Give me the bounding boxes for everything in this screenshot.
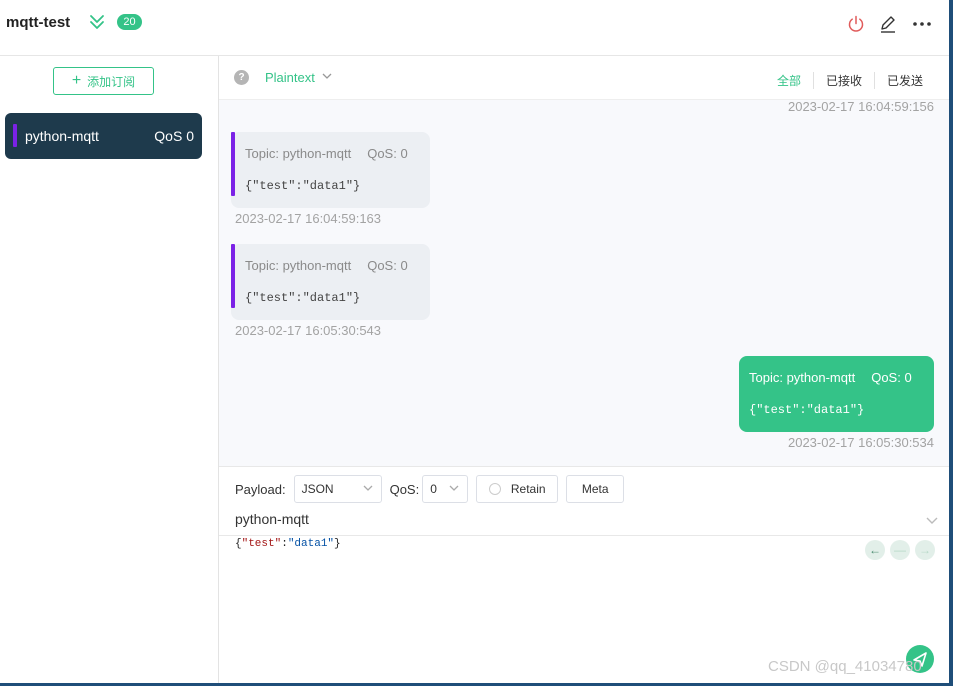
- format-value: Plaintext: [265, 70, 315, 85]
- add-subscription-button[interactable]: + 添加订阅: [53, 67, 154, 95]
- message-timestamp: 2023-02-17 16:05:30:534: [787, 435, 934, 450]
- message-timestamp: 2023-02-17 16:04:59:156: [787, 100, 934, 114]
- connection-header: mqtt-test 20: [0, 0, 949, 56]
- connection-name: mqtt-test: [6, 14, 71, 31]
- message-filter-tabs: 全部 已接收 已发送: [765, 72, 935, 89]
- subscription-topic: python-mqtt: [25, 128, 99, 144]
- chevron-down-icon: [448, 482, 460, 497]
- received-message[interactable]: Topic: python-mqtt QoS: 0 {"test":"data1…: [231, 132, 430, 208]
- sent-message[interactable]: Topic: python-mqtt QoS: 0 {"test":"data1…: [739, 356, 934, 432]
- payload-format-value: JSON: [301, 482, 334, 496]
- retain-radio: [488, 483, 501, 495]
- format-select[interactable]: Plaintext: [265, 70, 333, 85]
- meta-label: Meta: [581, 482, 609, 496]
- plus-icon: +: [71, 72, 82, 89]
- filter-tab-received[interactable]: 已接收: [812, 72, 874, 89]
- message-topic: Topic: python-mqtt: [245, 146, 352, 161]
- payload-brace: }: [334, 538, 341, 550]
- message-list[interactable]: 2023-02-17 16:04:59:156 Topic: python-mq…: [219, 100, 949, 466]
- message-qos: QoS: 0: [871, 370, 912, 385]
- chevron-down-icon: [321, 70, 333, 85]
- meta-button[interactable]: Meta: [566, 475, 625, 503]
- subscription-color-bar: [13, 124, 17, 147]
- edit-icon[interactable]: [878, 14, 898, 34]
- arrow-right-icon[interactable]: →: [915, 540, 935, 560]
- retain-toggle[interactable]: Retain: [476, 475, 559, 503]
- history-nav: ← — →: [865, 540, 935, 560]
- payload-label: Payload:: [235, 481, 286, 497]
- arrow-left-icon[interactable]: ←: [865, 540, 885, 560]
- payload-brace: {: [235, 538, 242, 550]
- filter-tab-sent[interactable]: 已发送: [873, 72, 935, 89]
- message-qos: QoS: 0: [367, 258, 408, 273]
- filter-tab-all[interactable]: 全部: [765, 72, 813, 89]
- message-payload: {"test":"data1"}: [245, 179, 361, 193]
- payload-colon: :: [281, 538, 288, 550]
- message-color-bar: [231, 244, 235, 308]
- double-chevron-down-icon[interactable]: [88, 13, 106, 31]
- power-icon[interactable]: [846, 14, 866, 34]
- qos-label: QoS:: [389, 481, 420, 497]
- qos-value: 0: [430, 482, 437, 496]
- payload-value: "data1": [287, 538, 335, 550]
- help-icon[interactable]: ?: [234, 70, 249, 85]
- message-count-badge: 20: [117, 14, 142, 30]
- payload-key: "test": [241, 538, 282, 550]
- publish-topic-input[interactable]: python-mqtt: [235, 511, 309, 527]
- message-color-bar: [231, 132, 235, 196]
- subscription-sidebar: + 添加订阅 python-mqtt QoS 0: [0, 56, 219, 683]
- subscription-qos: QoS 0: [154, 128, 194, 144]
- message-topic: Topic: python-mqtt: [749, 370, 856, 385]
- message-toolbar: ? Plaintext 全部 已接收 已发送: [219, 56, 949, 100]
- subscription-item[interactable]: python-mqtt QoS 0: [5, 113, 202, 159]
- message-timestamp: 2023-02-17 16:05:30:543: [235, 323, 382, 338]
- message-qos: QoS: 0: [367, 146, 408, 161]
- message-topic: Topic: python-mqtt: [245, 258, 352, 273]
- message-payload: {"test":"data1"}: [245, 291, 361, 305]
- chevron-down-icon: [362, 482, 374, 497]
- more-icon[interactable]: [912, 14, 932, 34]
- message-payload: {"test":"data1"}: [749, 403, 865, 417]
- divider: [219, 535, 949, 536]
- received-message[interactable]: Topic: python-mqtt QoS: 0 {"test":"data1…: [231, 244, 430, 320]
- message-timestamp: 2023-02-17 16:04:59:163: [235, 211, 382, 226]
- payload-format-select[interactable]: JSON: [293, 475, 382, 503]
- publish-panel: Payload: JSON QoS: 0 Retain Meta python-…: [219, 466, 949, 683]
- publish-payload-editor[interactable]: {"test":"data1"}: [235, 538, 341, 550]
- retain-label: Retain: [510, 482, 546, 496]
- chevron-down-icon[interactable]: [925, 513, 939, 527]
- qos-select[interactable]: 0: [422, 475, 469, 503]
- app-window: mqtt-test 20 + 添加订阅 python-mqtt QoS 0 ? …: [0, 0, 953, 686]
- watermark-text: CSDN @qq_41034780: [768, 658, 922, 675]
- minus-icon[interactable]: —: [890, 540, 910, 560]
- add-subscription-label: 添加订阅: [87, 74, 136, 89]
